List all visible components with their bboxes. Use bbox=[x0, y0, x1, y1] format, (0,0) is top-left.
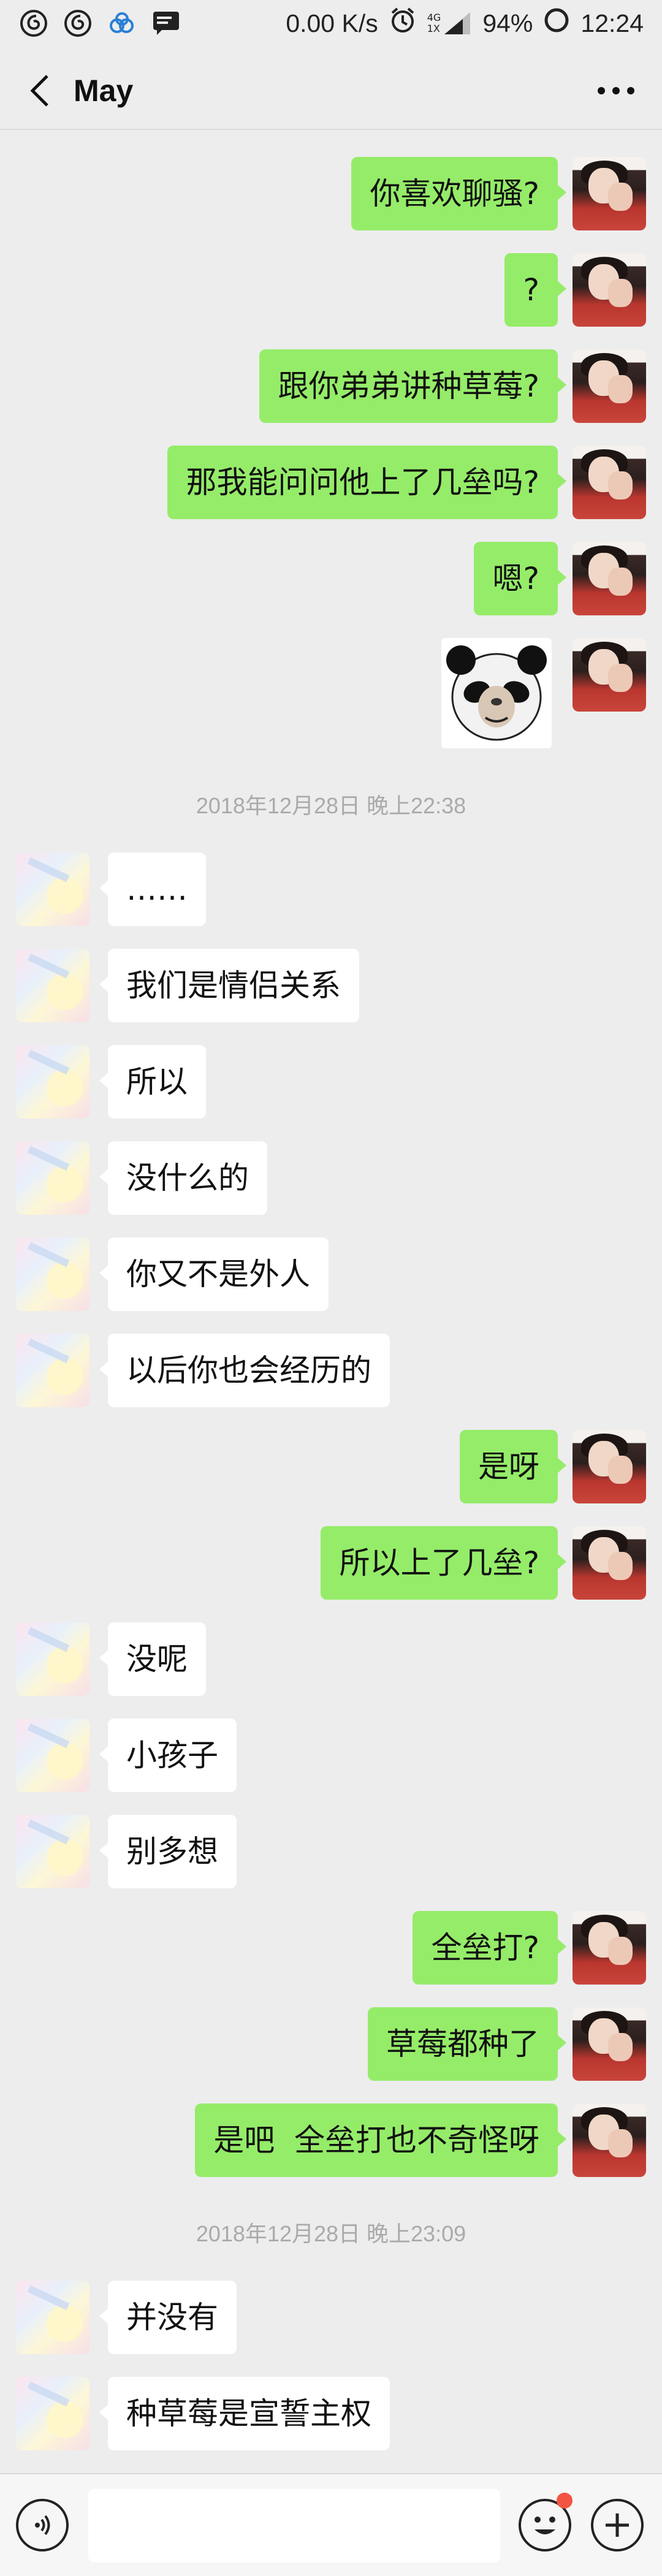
message-bubble[interactable]: 全垒打? bbox=[413, 1911, 566, 1985]
message-bubble[interactable]: 所以上了几垒? bbox=[321, 1526, 566, 1600]
netease-music-icon bbox=[18, 8, 49, 39]
netease-music-icon bbox=[63, 8, 93, 39]
cloud-icon bbox=[107, 8, 137, 39]
avatar-self[interactable] bbox=[573, 2007, 646, 2081]
message-bubble[interactable]: 跟你弟弟讲种草莓? bbox=[259, 349, 566, 423]
timestamp: 2018年12月28日 晚上23:09 bbox=[196, 2221, 466, 2246]
avatar-contact[interactable] bbox=[16, 1045, 89, 1119]
avatar-self[interactable] bbox=[573, 2103, 646, 2177]
message-bubble[interactable]: 是吧 全垒打也不奇怪呀 bbox=[195, 2103, 566, 2177]
message-bubble[interactable]: 种草莓是宣誓主权 bbox=[99, 2377, 390, 2450]
avatar-contact[interactable] bbox=[16, 1237, 89, 1311]
battery-level: 94% bbox=[482, 9, 533, 37]
message-input[interactable] bbox=[88, 2489, 500, 2563]
avatar-self[interactable] bbox=[573, 446, 646, 519]
more-dots-icon bbox=[598, 87, 634, 94]
chat-title: May bbox=[74, 74, 134, 108]
message-bubble[interactable]: 我们是情侣关系 bbox=[99, 949, 359, 1022]
avatar-contact[interactable] bbox=[16, 1622, 89, 1696]
more-button[interactable] bbox=[588, 66, 644, 115]
avatar-contact[interactable] bbox=[16, 1334, 89, 1407]
message-bubble[interactable]: 你喜欢聊骚? bbox=[351, 157, 566, 230]
chat-header: May bbox=[0, 48, 662, 130]
status-bar: 0.00 K/s 4G 1X 94% 12:24 bbox=[0, 0, 662, 48]
message-bubble[interactable]: 以后你也会经历的 bbox=[99, 1334, 390, 1407]
clock: 12:24 bbox=[580, 9, 644, 37]
emoji-icon bbox=[535, 2517, 555, 2534]
avatar-self[interactable] bbox=[573, 253, 646, 327]
message-bubble[interactable]: 没什么的 bbox=[99, 1141, 267, 1215]
message-bubble[interactable]: 那我能问问他上了几垒吗? bbox=[167, 446, 566, 519]
battery-icon bbox=[544, 7, 569, 39]
avatar-self[interactable] bbox=[573, 1911, 646, 1985]
voice-icon bbox=[35, 2515, 50, 2536]
chevron-left-icon bbox=[30, 75, 48, 107]
avatar-contact[interactable] bbox=[16, 1815, 89, 1888]
alarm-icon bbox=[389, 7, 416, 40]
avatar-self[interactable] bbox=[573, 1526, 646, 1600]
avatar-contact[interactable] bbox=[16, 949, 89, 1022]
plus-icon bbox=[606, 2513, 629, 2537]
avatar-self[interactable] bbox=[573, 1430, 646, 1503]
signal-icon: 4G 1X bbox=[427, 11, 472, 36]
message-bubble[interactable]: 并没有 bbox=[99, 2281, 237, 2354]
input-bar bbox=[0, 2473, 662, 2576]
message-bubble[interactable]: 小孩子 bbox=[99, 1719, 237, 1792]
avatar-self[interactable] bbox=[573, 349, 646, 423]
back-button[interactable] bbox=[18, 66, 61, 115]
timestamp: 2018年12月28日 晚上22:38 bbox=[196, 793, 466, 818]
avatar-self[interactable] bbox=[573, 542, 646, 615]
avatar-contact[interactable] bbox=[16, 2281, 89, 2354]
notification-dot bbox=[557, 2493, 573, 2509]
message-bubble[interactable]: ? bbox=[504, 253, 566, 327]
message-bubble[interactable]: …… bbox=[99, 853, 206, 926]
avatar-contact[interactable] bbox=[16, 853, 89, 926]
net-badge-bottom: 1X bbox=[427, 23, 440, 34]
net-badge-top: 4G bbox=[427, 12, 441, 23]
plus-button[interactable] bbox=[591, 2499, 644, 2551]
message-bubble[interactable]: 是呀 bbox=[460, 1430, 566, 1503]
message-icon bbox=[151, 8, 181, 39]
message-bubble[interactable]: 你又不是外人 bbox=[99, 1237, 329, 1311]
panda-face-sticker[interactable] bbox=[441, 638, 552, 748]
net-speed: 0.00 K/s bbox=[286, 9, 378, 37]
message-bubble[interactable]: 别多想 bbox=[99, 1815, 237, 1888]
message-bubble[interactable]: 所以 bbox=[99, 1045, 206, 1119]
message-bubble[interactable]: 没呢 bbox=[99, 1622, 206, 1696]
avatar-contact[interactable] bbox=[16, 2377, 89, 2450]
message-bubble[interactable]: 嗯? bbox=[474, 542, 566, 615]
message-bubble[interactable]: 草莓都种了 bbox=[368, 2007, 566, 2081]
avatar-self[interactable] bbox=[573, 157, 646, 230]
voice-button[interactable] bbox=[16, 2499, 69, 2551]
avatar-self[interactable] bbox=[573, 638, 646, 712]
avatar-contact[interactable] bbox=[16, 1141, 89, 1215]
avatar-contact[interactable] bbox=[16, 1719, 89, 1792]
